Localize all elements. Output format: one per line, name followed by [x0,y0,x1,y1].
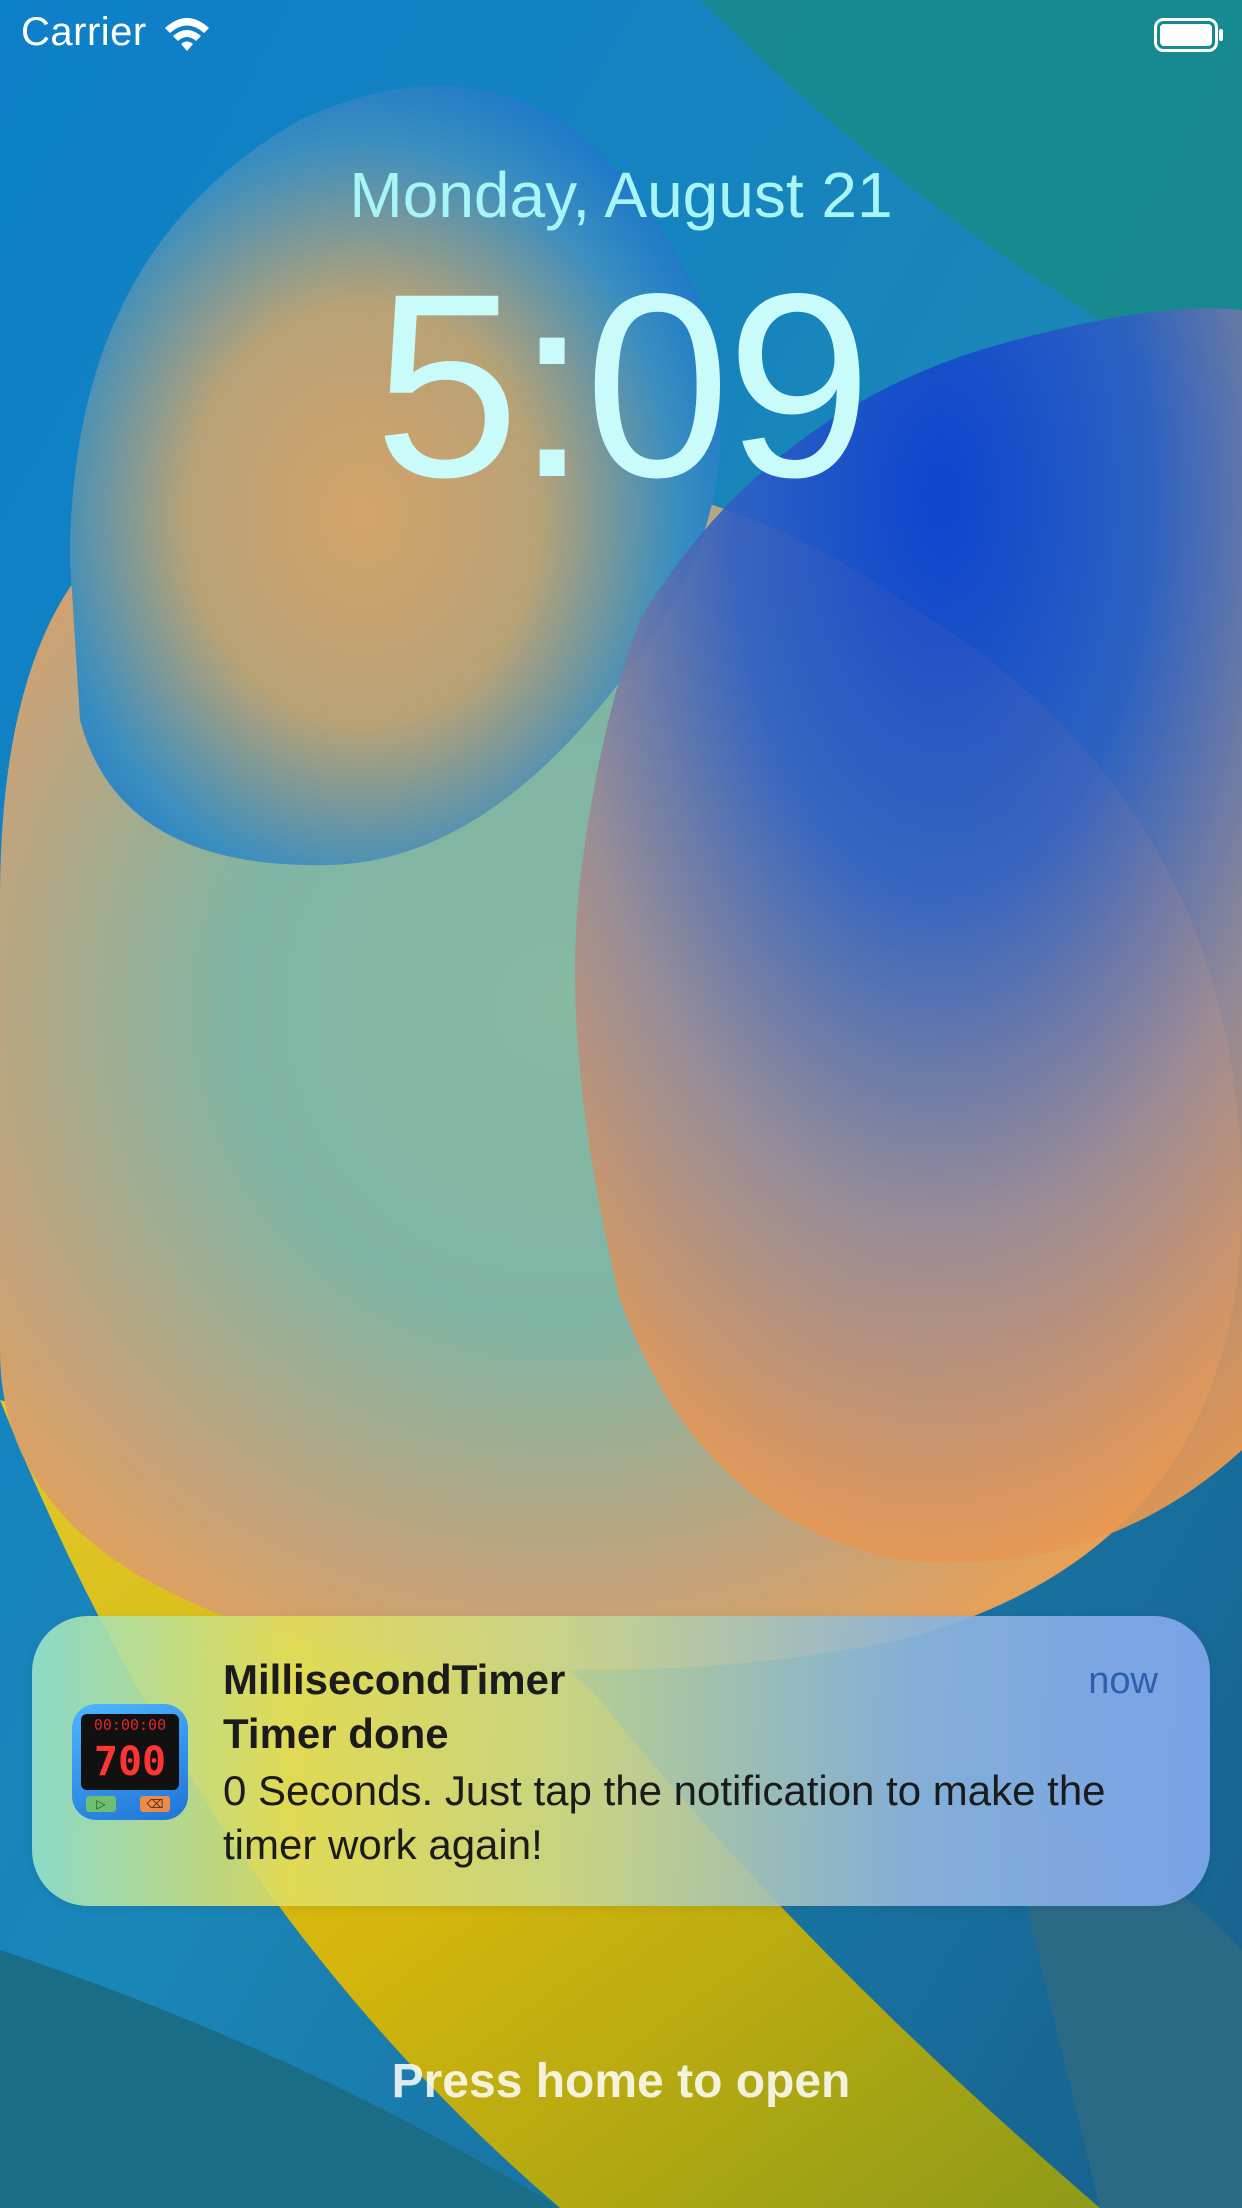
notification-timestamp: now [1088,1660,1158,1702]
play-icon: ▷ [86,1796,116,1812]
carrier-label: Carrier [21,10,147,54]
notification-title: Timer done [223,1710,449,1757]
wifi-icon [165,18,209,51]
lock-date: Monday, August 21 [349,159,893,231]
notification-banner[interactable]: 00:00:00 700 ▷ ⌫ MillisecondTimer now Ti… [32,1616,1210,1906]
battery-icon [1154,18,1223,52]
timer-display: 00:00:00 700 [81,1714,179,1790]
press-home-hint: Press home to open [391,2055,851,2108]
millisecond-timer-app-icon: 00:00:00 700 ▷ ⌫ [72,1704,188,1820]
eraser-icon: ⌫ [140,1796,170,1812]
timer-big-digits: 700 [93,1739,167,1785]
timer-top-digits: 00:00:00 [93,1716,167,1734]
notification-app-name: MillisecondTimer [223,1656,566,1703]
notification-body: 0 Seconds. Just tap the notification to … [223,1767,1106,1868]
status-bar: Carrier [0,0,1242,72]
lock-screen: Carrier Monday, August 21 5:09 00:00:00 … [0,0,1242,2208]
lock-time: 5:09 [374,239,872,532]
